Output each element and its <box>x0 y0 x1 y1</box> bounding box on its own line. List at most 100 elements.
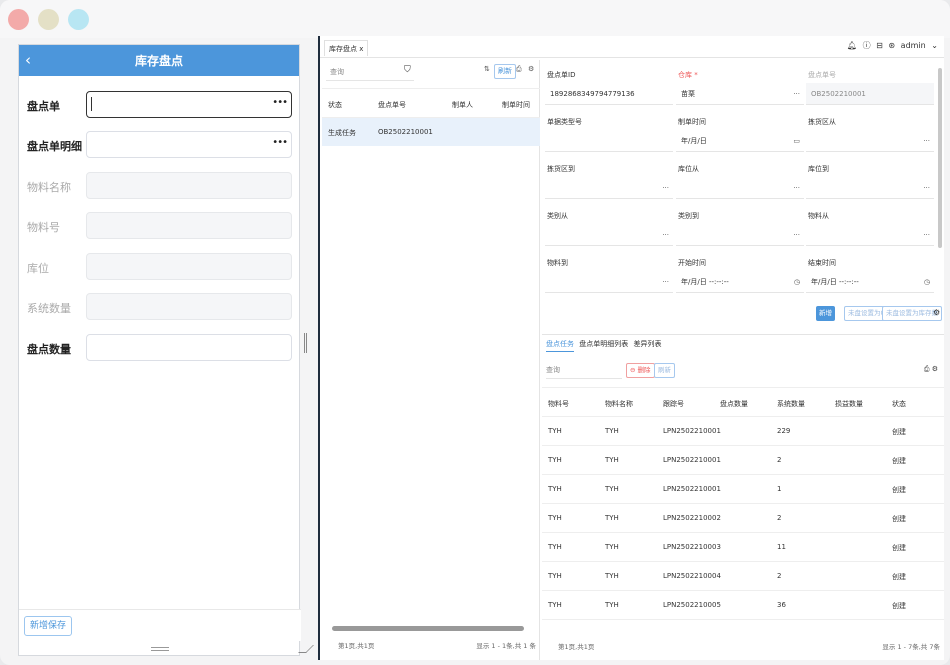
table-cell-status: 创建 <box>892 544 906 552</box>
form-field-label: 制单时间 <box>678 118 706 126</box>
tab-count-task[interactable]: 盘点任务 <box>546 340 574 352</box>
table-row[interactable]: TYH TYH LPN2502210003 11 创建 <box>542 533 944 562</box>
tab-diff-list[interactable]: 差异列表 <box>633 340 661 348</box>
gear-icon[interactable]: ⚙ <box>932 365 938 373</box>
print-icon[interactable]: ⎙ <box>516 65 522 74</box>
form-field-input[interactable]: ··· <box>545 271 673 293</box>
detail-col-header[interactable]: 物料名称 <box>605 399 633 409</box>
tab-detail-list[interactable]: 盘点单明细列表 <box>579 340 628 348</box>
mobile-field-input[interactable]: ••• <box>86 91 292 118</box>
maximize-window-button[interactable] <box>68 9 89 30</box>
form-field-input[interactable]: ··· <box>806 224 934 246</box>
form-field-input[interactable]: ··· <box>676 224 804 246</box>
detail-col-header[interactable]: 系统数量 <box>777 399 805 409</box>
detail-page-info: 第1页,共1页 <box>558 643 595 651</box>
detail-col-header[interactable]: 物料号 <box>548 399 569 409</box>
list-col-maker[interactable]: 制单人 <box>452 100 473 110</box>
add-button[interactable]: 新增 <box>816 306 835 321</box>
field-suffix-icon[interactable]: ··· <box>923 177 930 199</box>
gear-icon[interactable]: ⚙ <box>933 308 940 317</box>
drag-handle-icon[interactable] <box>151 647 169 651</box>
info-icon[interactable]: ⓘ <box>863 41 871 50</box>
form-field-input[interactable]: ··· <box>806 130 934 152</box>
form-field-label: 类别到 <box>678 212 699 220</box>
field-suffix-icon[interactable]: ··· <box>923 130 930 152</box>
more-icon[interactable]: ••• <box>272 137 288 148</box>
horizontal-scrollbar[interactable] <box>326 626 534 632</box>
form-field-input[interactable]: 1892868349794779136 <box>545 83 673 105</box>
detail-search-input[interactable]: 查询 <box>546 361 622 379</box>
table-row[interactable]: TYH TYH LPN2502210004 2 创建 <box>542 562 944 591</box>
header-form: 盘点单ID 1892868349794779136 仓库苗栗 ··· 盘点单号 OB250… <box>542 60 944 332</box>
list-col-time[interactable]: 制单时间 <box>502 100 530 110</box>
list-col-status[interactable]: 状态 <box>328 100 342 110</box>
detail-col-header[interactable]: 状态 <box>892 399 906 409</box>
lock-icon[interactable]: ⊟ <box>876 41 883 50</box>
table-cell-track: LPN2502210004 <box>663 572 721 580</box>
vertical-scrollbar[interactable] <box>938 68 942 248</box>
field-suffix-icon[interactable]: ▭ <box>793 130 800 152</box>
table-cell-mat: TYH <box>548 485 562 493</box>
detail-col-header[interactable]: 盘点数量 <box>720 399 748 409</box>
user-icon[interactable]: ⊛ <box>888 41 895 50</box>
mobile-field-input <box>86 172 292 199</box>
detail-table-header: 物料号 物料名称 跟踪号 盘点数量 系统数量 损益数量 状态 <box>542 387 944 417</box>
splitter-handle[interactable] <box>304 333 307 353</box>
field-suffix-icon[interactable]: ··· <box>662 224 669 246</box>
form-field-input[interactable]: ··· <box>676 177 804 199</box>
field-suffix-icon[interactable]: ··· <box>662 271 669 293</box>
table-cell-status: 创建 <box>892 486 906 494</box>
filter-icon[interactable]: ⛉ <box>404 65 411 75</box>
table-cell-sys: 229 <box>777 427 791 435</box>
field-suffix-icon[interactable]: ◷ <box>924 271 930 293</box>
detail-col-header[interactable]: 损益数量 <box>835 399 863 409</box>
form-field-input[interactable]: ··· <box>806 177 934 199</box>
form-field-input[interactable]: 年/月/日 --:--:-- ◷ <box>676 271 804 293</box>
minimize-window-button[interactable] <box>38 9 59 30</box>
form-field-input[interactable]: 苗栗 ··· <box>676 83 804 105</box>
form-field-input[interactable]: 年/月/日 ▭ <box>676 130 804 152</box>
more-icon[interactable]: ••• <box>272 97 288 108</box>
delete-button[interactable]: ⊖ 删除 <box>626 363 655 378</box>
tab-inventory-count[interactable]: 库存盘点 x <box>324 40 369 56</box>
list-refresh-button[interactable]: 刷新 <box>494 64 516 79</box>
table-cell-sys: 1 <box>777 485 782 493</box>
field-suffix-icon[interactable]: ··· <box>923 224 930 246</box>
list-row[interactable]: 生成任务 OB2502210001 <box>322 118 540 146</box>
table-row[interactable]: TYH TYH LPN2502210005 36 创建 <box>542 591 944 620</box>
table-row[interactable]: TYH TYH LPN2502210001 1 创建 <box>542 475 944 504</box>
mobile-field-label: 系统数量 <box>27 302 71 315</box>
detail-col-header[interactable]: 跟踪号 <box>663 399 684 409</box>
field-suffix-icon[interactable]: ··· <box>793 177 800 199</box>
table-row[interactable]: TYH TYH LPN2502210002 2 创建 <box>542 504 944 533</box>
form-field-input[interactable]: ··· <box>545 224 673 246</box>
chevron-down-icon[interactable]: ⌄ <box>931 41 938 50</box>
add-save-button[interactable]: 新增保存 <box>24 616 73 636</box>
list-col-code[interactable]: 盘点单号 <box>378 100 406 110</box>
resize-corner-icon[interactable] <box>298 645 314 653</box>
table-row[interactable]: TYH TYH LPN2502210001 229 创建 <box>542 417 944 446</box>
form-field-input[interactable]: 年/月/日 --:--:-- ◷ <box>806 271 934 293</box>
bell-icon[interactable]: 🔔︎ <box>847 41 857 50</box>
swap-icon[interactable]: ⇅ <box>484 65 490 73</box>
table-row[interactable]: TYH TYH LPN2502210001 2 创建 <box>542 446 944 475</box>
count-list-pane: 查询 ⛉ ⇅ 刷新 ⎙ ⚙ 状态 盘点单号 制单人 制单时间 生成任务 OB25… <box>322 60 540 660</box>
table-cell-sys: 2 <box>777 514 782 522</box>
list-search-input[interactable]: 查询 <box>326 64 414 81</box>
field-suffix-icon[interactable]: ◷ <box>794 271 800 293</box>
table-cell-mat: TYH <box>548 543 562 551</box>
mobile-field-input[interactable]: ••• <box>86 131 292 158</box>
form-field-input[interactable]: ··· <box>545 177 673 199</box>
field-suffix-icon[interactable]: ··· <box>793 224 800 246</box>
form-field-input[interactable] <box>545 130 673 152</box>
mobile-field-input[interactable] <box>86 334 292 361</box>
print-icon[interactable]: ⎙ <box>924 365 930 373</box>
table-cell-status: 创建 <box>892 602 906 610</box>
close-window-button[interactable] <box>8 9 29 30</box>
detail-refresh-button[interactable]: 刷新 <box>654 363 675 378</box>
field-suffix-icon[interactable]: ··· <box>793 83 800 105</box>
username[interactable]: admin <box>901 41 926 50</box>
gear-icon[interactable]: ⚙ <box>528 65 534 73</box>
field-suffix-icon[interactable]: ··· <box>662 177 669 199</box>
table-cell-status: 创建 <box>892 428 906 436</box>
